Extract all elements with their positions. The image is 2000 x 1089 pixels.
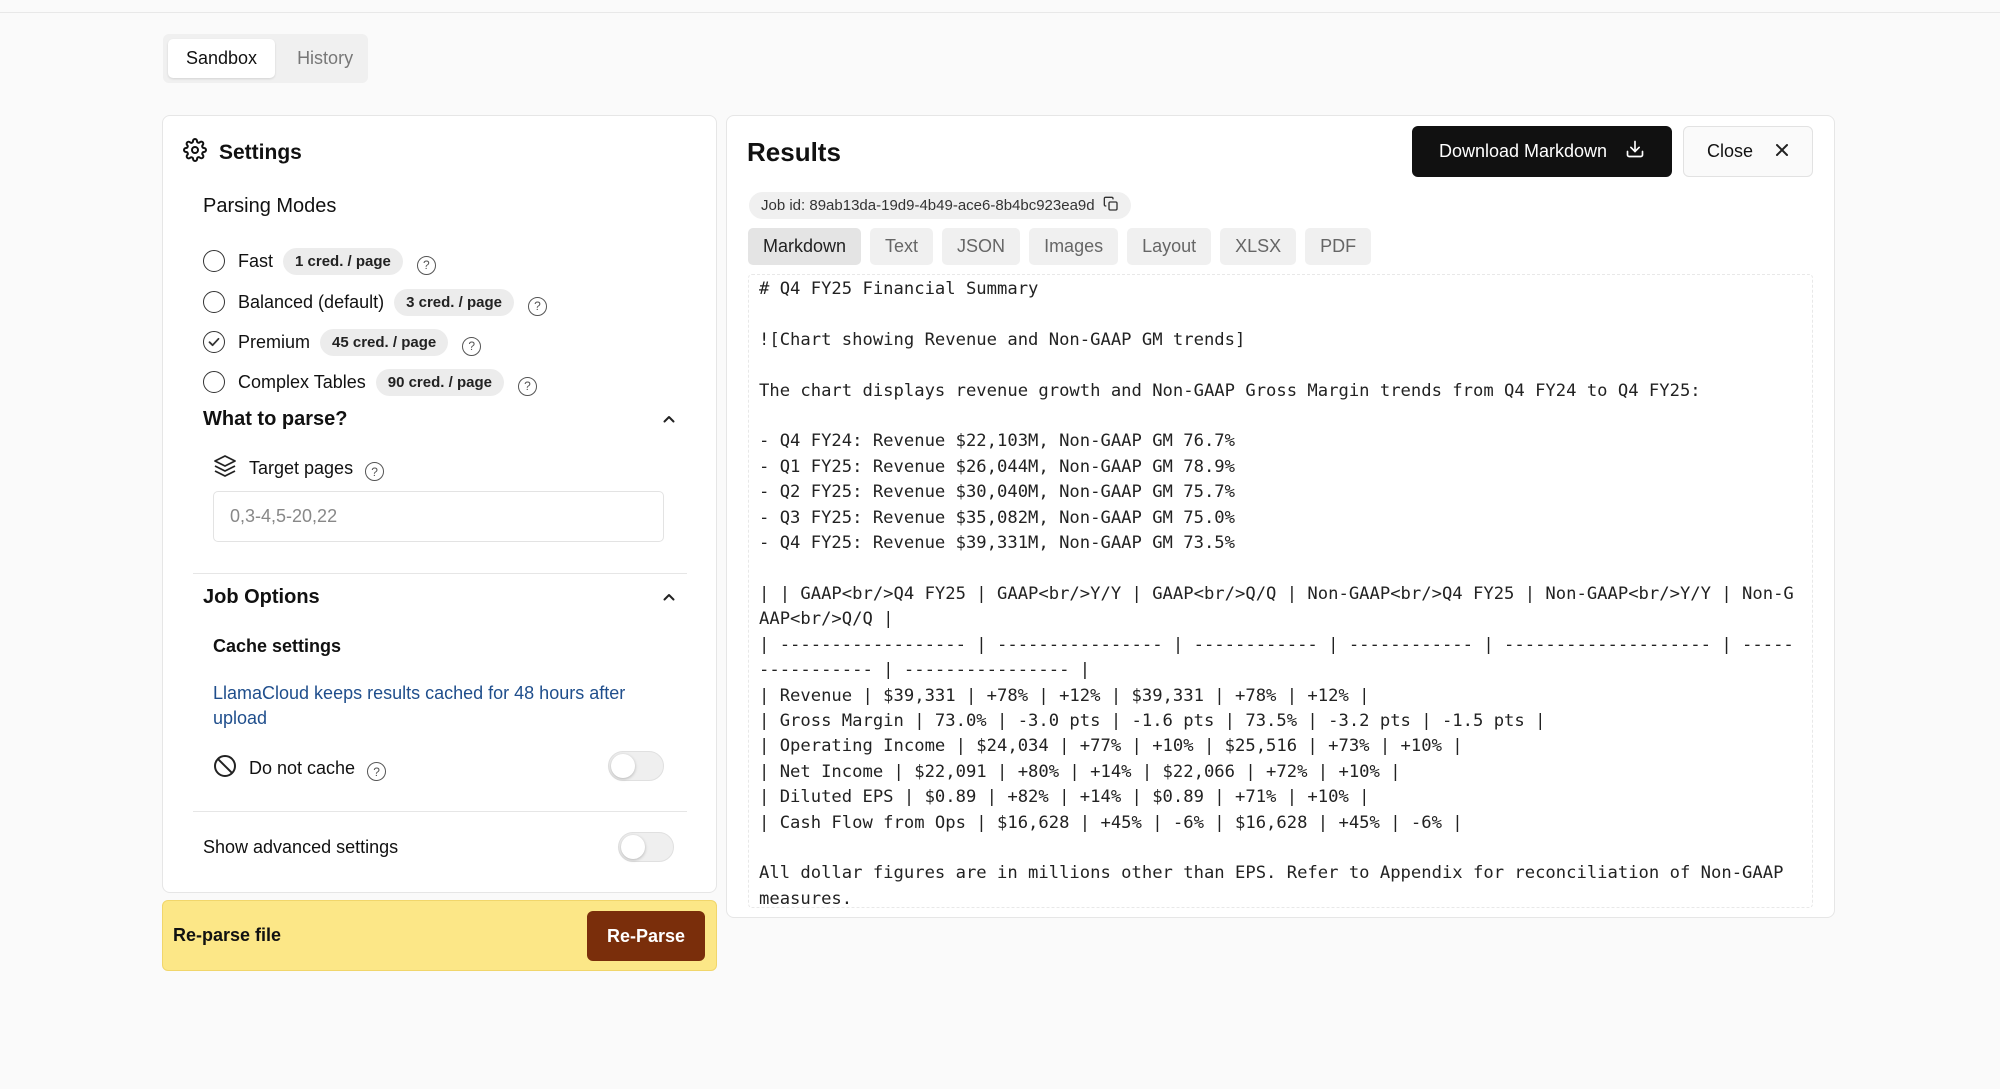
mode-balanced[interactable]: Balanced (default) 3 cred. / page ? [203, 287, 547, 317]
mode-name: Premium [238, 331, 311, 352]
tab-sandbox[interactable]: Sandbox [168, 39, 276, 78]
section-divider [193, 573, 687, 574]
tab-json[interactable]: JSON [942, 228, 1021, 265]
mode-name: Fast [238, 250, 274, 271]
radio-balanced[interactable] [203, 291, 225, 313]
tab-layout[interactable]: Layout [1127, 228, 1212, 265]
help-icon[interactable]: ? [527, 296, 547, 316]
help-icon[interactable]: ? [365, 462, 385, 481]
settings-panel: Settings Parsing Modes Fast 1 cred. / pa… [162, 115, 717, 893]
advanced-settings-label: Show advanced settings [203, 837, 399, 857]
gear-icon [183, 138, 207, 168]
mode-premium[interactable]: Premium 45 cred. / page ? [203, 327, 482, 357]
download-icon [1625, 139, 1645, 164]
job-options-label: Job Options [203, 585, 320, 608]
job-options-header[interactable]: Job Options [203, 585, 681, 609]
toggle-knob [611, 754, 635, 778]
results-title: Results [747, 137, 841, 167]
reparse-label: Re-parse file [173, 925, 282, 945]
help-icon[interactable]: ? [416, 255, 436, 275]
settings-header: Settings [183, 138, 302, 168]
tab-markdown[interactable]: Markdown [748, 228, 862, 265]
ban-icon [213, 754, 237, 783]
cache-note: LlamaCloud keeps results cached for 48 h… [213, 683, 626, 728]
markdown-output[interactable]: # Q4 FY25 Financial Summary ![Chart show… [748, 274, 1813, 908]
do-not-cache-label: Do not cache [249, 758, 356, 778]
job-id-text: Job id: 89ab13da-19d9-4b49-ace6-8b4bc923… [761, 197, 1095, 214]
mode-name: Complex Tables [238, 371, 366, 392]
download-label: Download Markdown [1438, 141, 1608, 161]
results-panel: Results Download Markdown Close Job id: … [726, 115, 1835, 918]
cache-settings-label: Cache settings [213, 636, 342, 656]
results-tab-bar: Markdown Text JSON Images Layout XLSX PD… [748, 228, 1372, 265]
what-to-parse-header[interactable]: What to parse? [203, 407, 681, 431]
cost-badge: 90 cred. / page [375, 368, 504, 396]
top-divider [0, 12, 2000, 13]
mode-name: Balanced (default) [238, 291, 385, 312]
cost-badge: 45 cred. / page [320, 328, 449, 356]
check-icon [208, 337, 220, 347]
layers-icon [213, 454, 237, 483]
reparse-button[interactable]: Re-Parse [587, 911, 705, 961]
radio-complex-tables[interactable] [203, 371, 225, 393]
mode-fast[interactable]: Fast 1 cred. / page ? [203, 246, 436, 276]
reparse-bar: Re-parse file Re-Parse [162, 900, 717, 971]
cost-badge: 1 cred. / page [283, 247, 403, 275]
advanced-settings-toggle[interactable] [618, 832, 674, 862]
tab-xlsx[interactable]: XLSX [1220, 228, 1297, 265]
help-icon[interactable]: ? [462, 336, 482, 356]
do-not-cache-toggle[interactable] [608, 751, 664, 781]
mode-complex-tables[interactable]: Complex Tables 90 cred. / page ? [203, 367, 537, 397]
close-button[interactable]: Close [1683, 126, 1813, 177]
radio-fast[interactable] [203, 250, 225, 272]
section-divider [193, 811, 687, 812]
target-pages-row: Target pages ? [213, 454, 385, 483]
what-to-parse-label: What to parse? [203, 407, 348, 430]
tab-text[interactable]: Text [870, 228, 934, 265]
chevron-up-icon[interactable] [657, 407, 681, 431]
help-icon[interactable]: ? [367, 762, 387, 781]
help-icon[interactable]: ? [517, 376, 537, 396]
toggle-knob [621, 835, 645, 859]
target-pages-label: Target pages [249, 458, 354, 478]
chevron-up-icon[interactable] [657, 585, 681, 609]
target-pages-input[interactable] [213, 491, 664, 542]
download-markdown-button[interactable]: Download Markdown [1412, 126, 1672, 177]
parsing-modes-label: Parsing Modes [203, 195, 337, 217]
copy-icon[interactable] [1103, 196, 1119, 216]
close-label: Close [1706, 141, 1754, 161]
top-tab-bar: Sandbox History [163, 34, 368, 83]
radio-premium-selected[interactable] [203, 331, 225, 353]
tab-history[interactable]: History [279, 39, 371, 78]
settings-title: Settings [219, 141, 302, 164]
cost-badge: 3 cred. / page [394, 288, 514, 316]
close-icon [1775, 141, 1789, 162]
job-id-badge: Job id: 89ab13da-19d9-4b49-ace6-8b4bc923… [749, 192, 1131, 219]
tab-images[interactable]: Images [1029, 228, 1119, 265]
tab-pdf[interactable]: PDF [1305, 228, 1372, 265]
do-not-cache-row: Do not cache ? [213, 754, 387, 783]
